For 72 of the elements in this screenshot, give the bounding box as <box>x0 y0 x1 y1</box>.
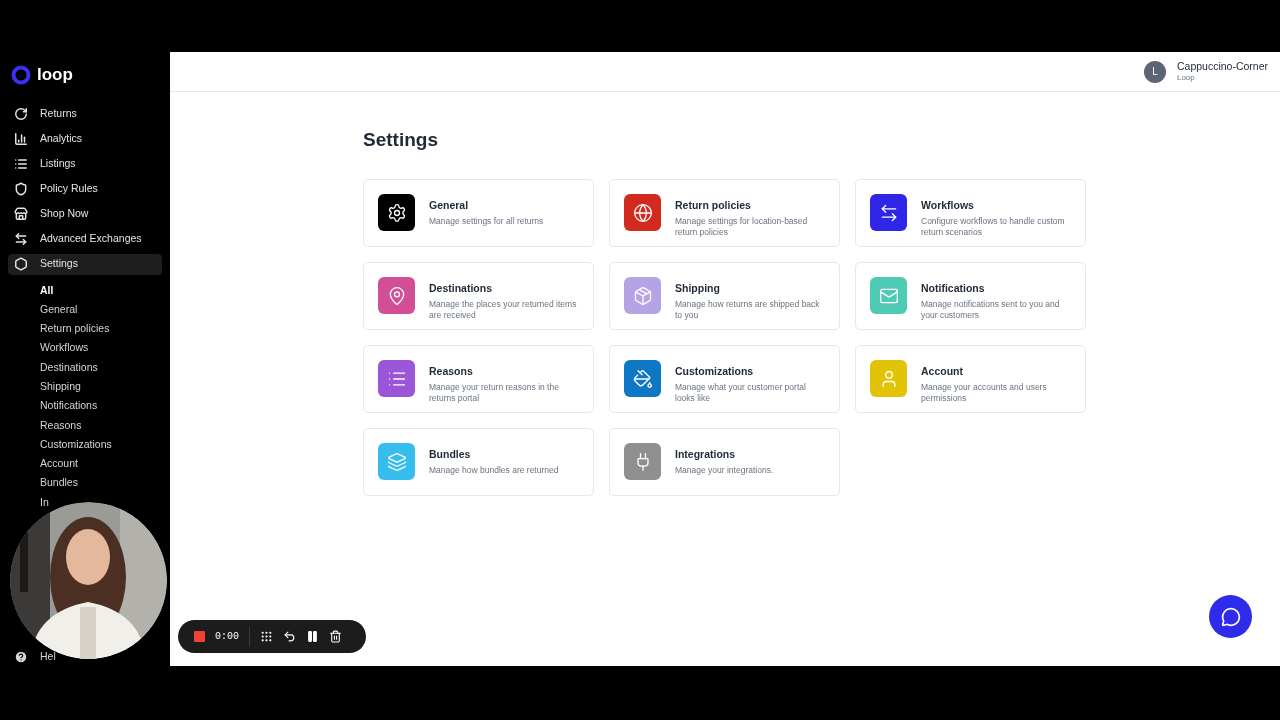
card-description: Manage what your customer portal looks like <box>675 382 807 405</box>
grid-icon[interactable] <box>260 630 273 643</box>
settings-card[interactable]: Notifications Manage notifications sent to you and your customers <box>855 261 1086 330</box>
card-description: Manage your accounts and users permissions <box>921 382 1048 405</box>
settings-submenu-item[interactable]: Notifications <box>40 398 98 414</box>
card-description: Manage your integrations. <box>675 465 774 477</box>
settings-card[interactable]: General Manage settings for all returns <box>363 178 594 247</box>
card-title: Shipping <box>675 280 721 296</box>
shield-icon <box>14 182 28 196</box>
sidebar-item[interactable]: Listings <box>8 153 162 175</box>
settings-submenu-item[interactable]: All <box>40 282 54 298</box>
settings-submenu-item[interactable]: Destinations <box>40 359 98 375</box>
settings-submenu-item[interactable]: Return policies <box>40 321 110 337</box>
card-title: General <box>429 197 470 213</box>
chat-icon <box>1220 606 1241 627</box>
card-description: Manage how returns are shipped back to you <box>675 299 821 322</box>
sidebar-item[interactable]: Settings <box>8 253 162 275</box>
card-title: Reasons <box>429 363 474 379</box>
settings-card[interactable]: Customizations Manage what your customer portal looks like <box>609 344 840 413</box>
list-icon <box>14 157 28 171</box>
avatar[interactable]: L <box>1143 60 1166 83</box>
settings-card[interactable]: Integrations Manage your integrations. <box>609 427 840 496</box>
card-description: Manage notifications sent to you and your customers <box>921 299 1061 322</box>
settings-submenu-item[interactable]: General <box>40 301 78 317</box>
card-title: Destinations <box>429 280 493 296</box>
settings-submenu-item[interactable]: Account <box>40 456 78 472</box>
help-link[interactable]: Hel <box>40 649 56 665</box>
settings-card[interactable]: Account Manage your accounts and users permissions <box>855 344 1086 413</box>
org-name: Loop <box>1176 73 1196 84</box>
hexagon-icon <box>14 257 28 271</box>
sidebar-item[interactable]: Policy Rules <box>8 178 162 200</box>
card-description: Manage settings for all returns <box>429 216 544 228</box>
undo-icon[interactable] <box>283 630 296 643</box>
card-title: Return policies <box>675 197 752 213</box>
card-description: Manage settings for location-based return policies <box>675 216 809 239</box>
card-title: Workflows <box>921 197 975 213</box>
card-title: Bundles <box>429 446 472 462</box>
card-title: Account <box>921 363 964 379</box>
card-description: Manage the places your returned items are received <box>429 299 578 322</box>
settings-card[interactable]: Bundles Manage how bundles are returned <box>363 427 594 496</box>
refresh-icon <box>14 107 28 121</box>
recording-time: 0:00 <box>215 630 239 644</box>
settings-card[interactable]: Destinations Manage the places your returned items are received <box>363 261 594 330</box>
card-title: Notifications <box>921 280 986 296</box>
trash-icon[interactable] <box>329 630 342 643</box>
sidebar-item[interactable]: Returns <box>8 103 162 125</box>
settings-card[interactable]: Return policies Manage settings for location-based return policies <box>609 178 840 247</box>
settings-card[interactable]: Shipping Manage how returns are shipped back to you <box>609 261 840 330</box>
page-title: Settings <box>363 128 439 152</box>
card-title: Integrations <box>675 446 737 462</box>
brand-name: loop <box>37 64 73 86</box>
sidebar-item[interactable]: Shop Now <box>8 203 162 225</box>
sidebar-item[interactable]: Advanced Exchanges <box>8 228 162 250</box>
card-description: Manage how bundles are returned <box>429 465 559 477</box>
card-description: Configure workflows to handle custom return scenarios <box>921 216 1066 239</box>
swap-arrows-icon <box>14 232 28 246</box>
bar-chart-icon <box>14 132 28 146</box>
card-description: Manage your return reasons in the returns portal <box>429 382 560 405</box>
settings-submenu-item[interactable]: Bundles <box>40 475 78 491</box>
sidebar-item[interactable]: Analytics <box>8 128 162 150</box>
settings-submenu-item[interactable]: Workflows <box>40 340 89 356</box>
settings-submenu-item[interactable]: Customizations <box>40 436 112 452</box>
settings-submenu-item[interactable]: In <box>40 494 49 510</box>
ring-logo-icon <box>11 64 31 85</box>
settings-submenu-item[interactable]: Shipping <box>40 379 81 394</box>
pause-icon[interactable] <box>306 630 319 643</box>
store-icon <box>14 207 28 221</box>
settings-submenu-item[interactable]: Reasons <box>40 417 82 433</box>
settings-card[interactable]: Reasons Manage your return reasons in the returns portal <box>363 344 594 413</box>
store-name: Cappuccino-Corner <box>1176 59 1268 74</box>
settings-card[interactable]: Workflows Configure workflows to handle custom return scenarios <box>855 178 1086 247</box>
card-title: Customizations <box>675 363 755 379</box>
